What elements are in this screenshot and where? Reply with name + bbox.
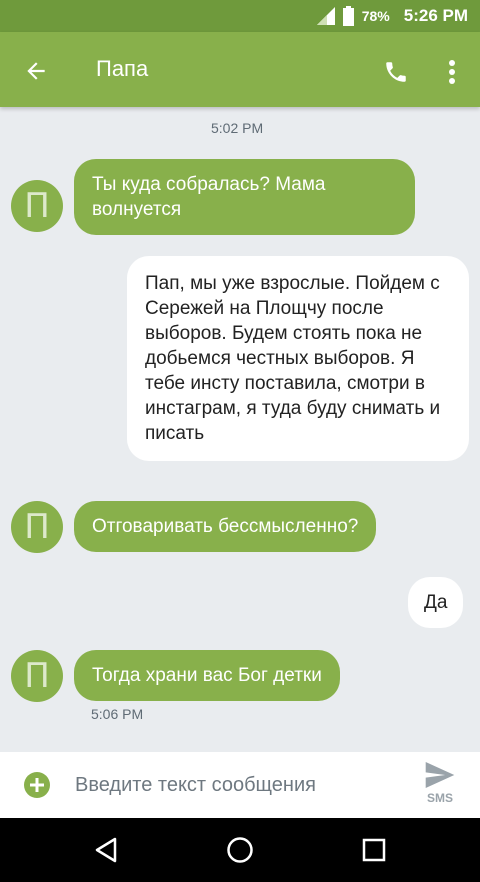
send-icon [425, 762, 455, 788]
navigation-bar [0, 818, 480, 882]
incoming-message-bubble[interactable]: Отговаривать бессмысленно? [74, 501, 377, 552]
triangle-back-icon [95, 837, 117, 863]
more-vert-icon [449, 60, 455, 84]
status-clock: 5:26 PM [403, 6, 468, 25]
contact-name: Папа [96, 56, 149, 81]
incoming-message-bubble[interactable]: Тогда храни вас Бог детки [74, 650, 340, 701]
nav-recents-button[interactable] [354, 830, 394, 870]
signal-icon [316, 7, 335, 25]
outgoing-message-bubble[interactable]: Пап, мы уже взрослые. Пойдем с Сережей н… [127, 256, 469, 461]
battery-percentage: 78% [361, 8, 390, 24]
app-bar: Папа [0, 32, 480, 107]
back-button[interactable] [18, 53, 54, 89]
message-input[interactable] [75, 766, 395, 804]
send-label: SMS [426, 791, 453, 805]
contact-avatar[interactable]: П [11, 650, 63, 702]
outgoing-message-bubble[interactable]: Да [408, 577, 464, 628]
nav-back-button[interactable] [86, 830, 126, 870]
status-bar: 78% 5:26 PM [0, 0, 480, 32]
nav-home-button[interactable] [220, 830, 260, 870]
battery-icon [342, 6, 354, 26]
more-options-button[interactable] [434, 54, 470, 90]
contact-avatar[interactable]: П [11, 501, 63, 553]
plus-circle-icon [24, 772, 50, 798]
call-button[interactable] [378, 54, 414, 90]
square-recents-icon [362, 838, 386, 862]
send-sms-button[interactable]: SMS [418, 762, 462, 810]
contact-avatar[interactable]: П [11, 180, 63, 232]
circle-home-icon [227, 837, 253, 863]
incoming-message-bubble[interactable]: Ты куда собралась? Мама волнуется [74, 159, 415, 235]
message-timestamp: 5:02 PM [211, 120, 264, 136]
add-attachment-button[interactable] [24, 772, 50, 798]
message-timestamp: 5:06 PM [91, 706, 144, 722]
message-composer: SMS [0, 752, 480, 818]
phone-icon [386, 62, 406, 82]
arrow-left-icon [27, 62, 45, 80]
